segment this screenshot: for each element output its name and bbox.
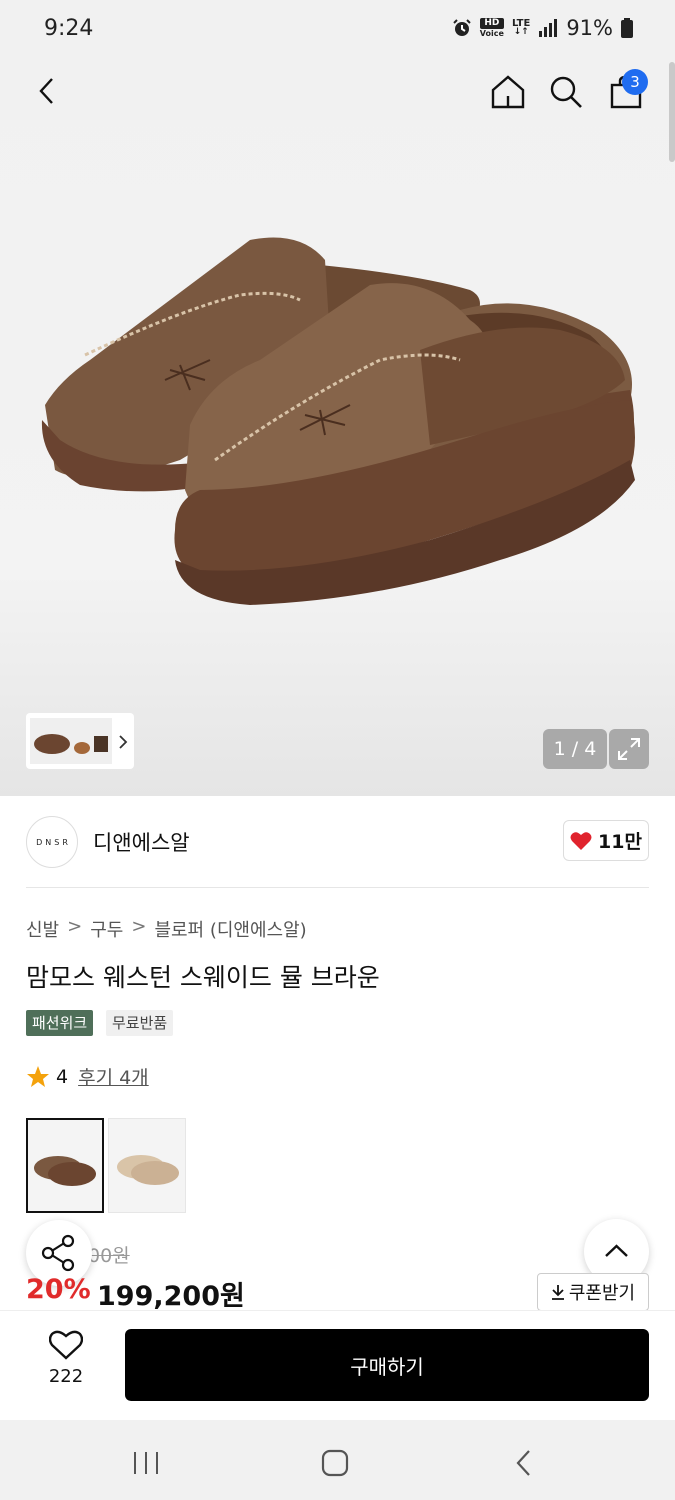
download-icon [551, 1285, 564, 1300]
thumbnail-image [30, 718, 112, 764]
breadcrumb: 신발 > 구두 > 블로퍼 (디앤에스알) [26, 916, 307, 942]
rating: 4 후기 4개 [26, 1063, 149, 1090]
original-price: 00원 [88, 1245, 130, 1267]
coupon-button[interactable]: 쿠폰받기 [537, 1273, 649, 1311]
wishlist-count: 222 [48, 1366, 84, 1387]
chevron-left-icon [39, 78, 53, 104]
brand-like-button[interactable]: 11만 [563, 820, 649, 861]
expand-icon [618, 738, 640, 760]
option-image-beige [117, 1155, 179, 1185]
chevron-right-icon: > [131, 916, 147, 937]
sale-price: 199,200원 [97, 1281, 245, 1312]
cart-count-badge: 3 [622, 69, 648, 95]
lte-icon: LTE ↓↑ [511, 18, 531, 37]
recent-apps-icon[interactable] [131, 1450, 161, 1476]
review-link[interactable]: 후기 4개 [78, 1063, 149, 1090]
image-page-counter: 1 / 4 [543, 729, 607, 769]
status-icons: HD Voice LTE ↓↑ 91% [452, 16, 633, 40]
back-button[interactable] [30, 74, 64, 108]
tag-fashion-week: 패션위크 [26, 1010, 94, 1036]
heart-filled-icon [570, 831, 592, 850]
expand-button[interactable] [609, 729, 649, 769]
back-nav-icon[interactable] [514, 1449, 534, 1477]
brand-name[interactable]: 디앤에스알 [93, 827, 190, 857]
product-title: 맘모스 웨스턴 스웨이드 뮬 브라운 [26, 963, 380, 992]
battery-icon [621, 18, 633, 38]
breadcrumb-item-subcategory[interactable]: 구두 [90, 916, 123, 942]
status-time: 9:24 [44, 16, 94, 41]
search-icon [550, 76, 582, 108]
hd-voice-icon: HD Voice [479, 18, 504, 38]
status-bar: 9:24 HD Voice LTE ↓↑ 91% [0, 0, 675, 60]
heart-outline-icon [49, 1330, 83, 1360]
tag-free-return: 무료반품 [106, 1010, 174, 1036]
battery-percent: 91% [566, 16, 613, 40]
system-nav-bar [0, 1420, 675, 1500]
divider [26, 887, 649, 888]
brand-logo[interactable]: DNSR [26, 816, 78, 868]
signal-icon [539, 19, 558, 37]
option-image-brown [34, 1156, 96, 1186]
color-option-brown[interactable] [26, 1118, 104, 1213]
star-icon [27, 1065, 49, 1087]
thumbnail-strip[interactable] [26, 713, 134, 769]
scroll-indicator[interactable] [669, 62, 675, 162]
product-gallery[interactable] [0, 60, 675, 796]
discount-rate: 20% [26, 1274, 91, 1305]
home-icon [491, 75, 525, 109]
color-option-beige[interactable] [108, 1118, 186, 1213]
home-button[interactable] [488, 72, 528, 112]
breadcrumb-item-category[interactable]: 신발 [26, 916, 59, 942]
search-button[interactable] [546, 72, 586, 112]
product-image [41, 237, 635, 605]
breadcrumb-item-type[interactable]: 블로퍼 (디앤에스알) [154, 916, 306, 942]
rating-score: 4 [56, 1065, 69, 1088]
home-nav-icon[interactable] [321, 1449, 349, 1477]
brand-like-count: 11만 [598, 831, 642, 853]
wishlist-button[interactable]: 222 [26, 1330, 106, 1396]
buy-button[interactable]: 구매하기 [125, 1329, 649, 1401]
chevron-right-icon: > [67, 916, 83, 937]
chevron-right-icon [119, 735, 128, 749]
coupon-label: 쿠폰받기 [568, 1283, 636, 1304]
alarm-icon [453, 19, 471, 36]
